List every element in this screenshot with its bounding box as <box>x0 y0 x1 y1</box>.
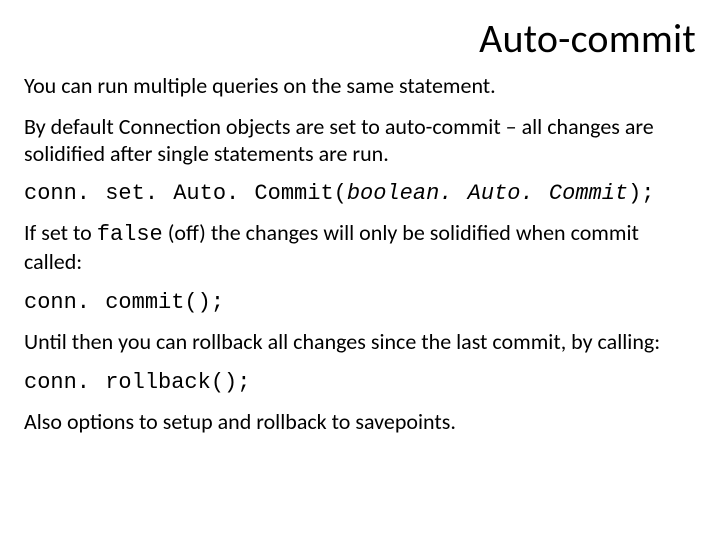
para-savepoints: Also options to setup and rollback to sa… <box>24 409 696 436</box>
para-rollback: Until then you can rollback all changes … <box>24 329 696 356</box>
para-intro: You can run multiple queries on the same… <box>24 73 696 100</box>
slide-title: Auto-commit <box>24 14 696 63</box>
code-commit: conn. commit(); <box>24 290 696 315</box>
para-false: If set to false (off) the changes will o… <box>24 220 696 276</box>
code-setautocommit-arg: boolean. Auto. Commit <box>347 181 628 206</box>
para-false-a: If set to <box>24 219 97 246</box>
code-setautocommit-c: ); <box>628 181 654 206</box>
para-default: By default Connection objects are set to… <box>24 114 696 168</box>
code-setautocommit-a: conn. set. Auto. Commit( <box>24 181 347 206</box>
inline-code-false: false <box>97 222 163 247</box>
code-rollback: conn. rollback(); <box>24 370 696 395</box>
slide: Auto-commit You can run multiple queries… <box>0 0 720 540</box>
code-setautocommit: conn. set. Auto. Commit(boolean. Auto. C… <box>24 181 696 206</box>
